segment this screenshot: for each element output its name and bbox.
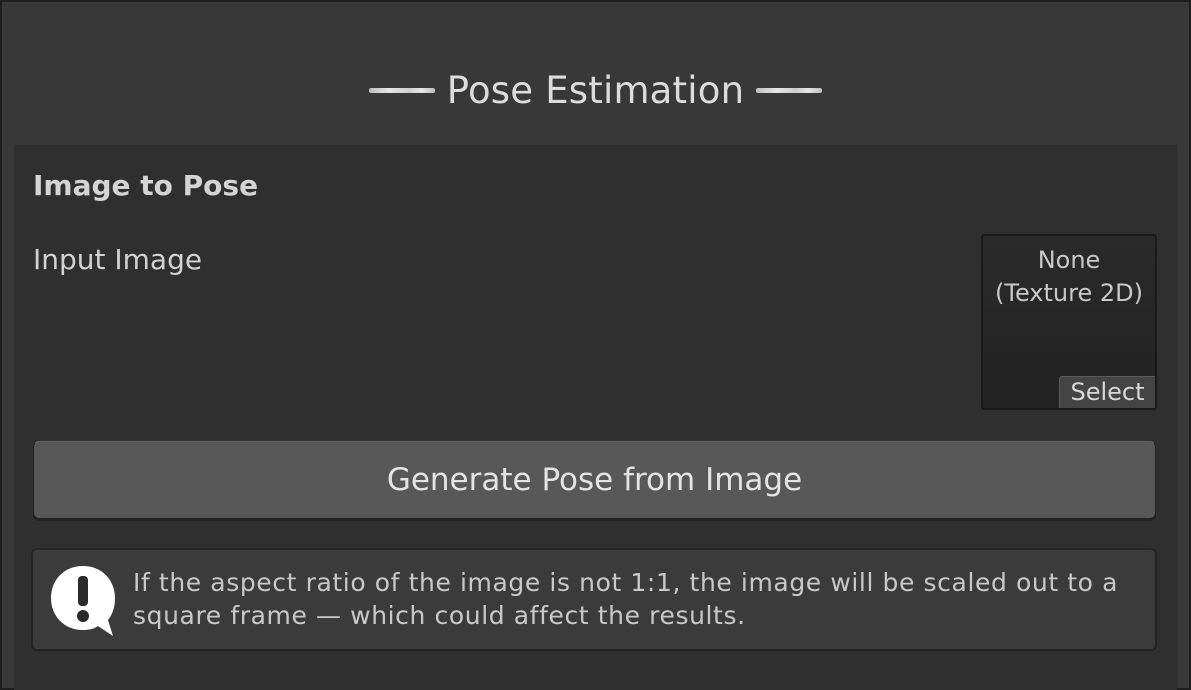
header-line-left [368,87,435,93]
generate-pose-button[interactable]: Generate Pose from Image [33,441,1156,519]
exclamation-speech-bubble-icon [51,566,115,636]
input-image-label: Input Image [33,243,203,276]
header-line-right [756,87,823,93]
section-title: Image to Pose [33,169,259,202]
input-image-value: None (Texture 2D) [983,244,1155,310]
input-image-value-line2: (Texture 2D) [995,279,1143,307]
header-title: Pose Estimation [446,68,745,112]
image-to-pose-panel: Image to Pose Input Image None (Texture … [14,144,1177,690]
input-image-value-line1: None [1037,246,1101,274]
section-header: Pose Estimation [2,60,1189,120]
inspector-window: Pose Estimation Image to Pose Input Imag… [0,0,1191,690]
help-text: If the aspect ratio of the image is not … [133,568,1119,630]
select-button[interactable]: Select [1059,376,1155,408]
help-box: If the aspect ratio of the image is not … [31,548,1157,651]
input-image-field[interactable]: None (Texture 2D) Select [981,234,1157,410]
